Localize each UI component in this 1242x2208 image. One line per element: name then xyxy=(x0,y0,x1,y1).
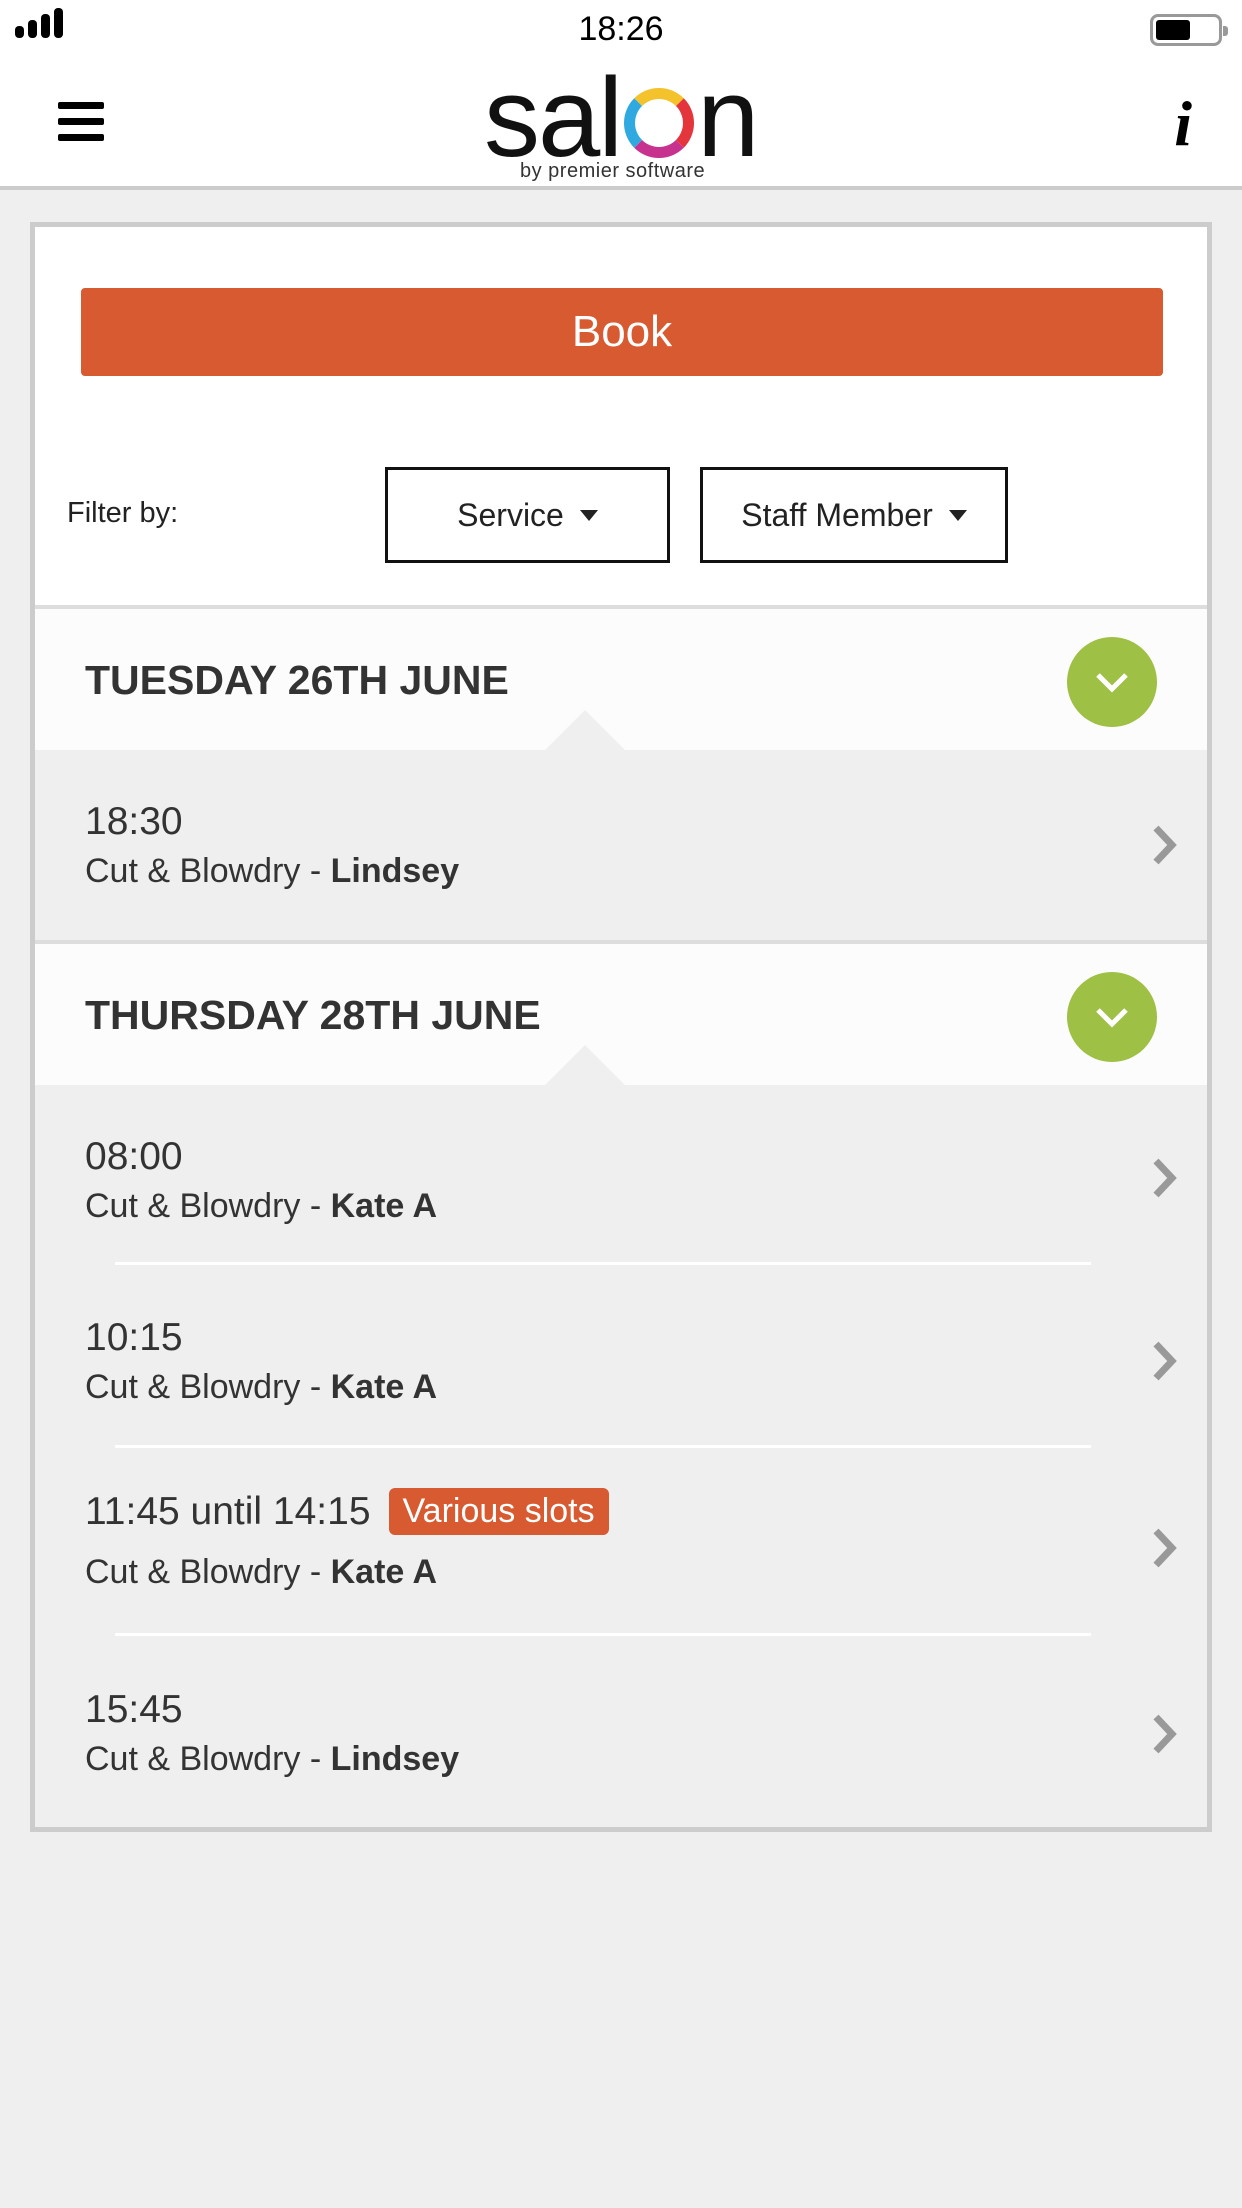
slot-staff: Lindsey xyxy=(330,852,460,890)
slot-desc: Cut & Blowdry - Lindsey xyxy=(85,852,459,891)
app-header: sal n by premier software i xyxy=(0,60,1242,190)
slot-row[interactable]: 08:00 Cut & Blowdry - Kate A xyxy=(35,1085,1207,1265)
slot-staff: Kate A xyxy=(330,1368,438,1406)
slot-time-text: 18:30 xyxy=(85,800,183,843)
chevron-down-icon xyxy=(1096,673,1128,693)
slot-time-text: 15:45 xyxy=(85,1688,183,1731)
slot-desc: Cut & Blowdry - Kate A xyxy=(85,1553,437,1592)
day-title: TUESDAY 26TH JUNE xyxy=(85,657,509,703)
caret-down-icon xyxy=(579,509,598,521)
slot-time: 08:00 xyxy=(85,1135,183,1179)
slot-time-text: 10:15 xyxy=(85,1316,183,1359)
info-icon[interactable]: i xyxy=(1174,92,1192,156)
day-header-thursday[interactable]: THURSDAY 28TH JUNE xyxy=(35,940,1207,1085)
slot-time-text: 08:00 xyxy=(85,1135,183,1178)
day-header-tuesday[interactable]: TUESDAY 26TH JUNE xyxy=(35,605,1207,750)
status-bar: 18:26 xyxy=(0,0,1242,60)
chevron-right-icon xyxy=(1153,1341,1177,1381)
chevron-down-icon xyxy=(1096,1008,1128,1028)
battery-icon xyxy=(1150,14,1228,46)
slot-time: 18:30 xyxy=(85,800,183,844)
slot-service: Cut & Blowdry - xyxy=(85,1740,331,1778)
slot-desc: Cut & Blowdry - Kate A xyxy=(85,1368,437,1407)
staff-filter-label: Staff Member xyxy=(741,496,933,533)
slot-service: Cut & Blowdry - xyxy=(85,1187,331,1225)
day-title: THURSDAY 28TH JUNE xyxy=(85,992,541,1038)
slot-staff: Lindsey xyxy=(330,1740,460,1778)
service-filter-label: Service xyxy=(457,496,564,533)
pointer-notch xyxy=(545,710,625,750)
logo-wordmark: sal n xyxy=(484,55,759,180)
slot-row[interactable]: 11:45 until 14:15 Various slots Cut & Bl… xyxy=(35,1448,1207,1636)
slot-row[interactable]: 10:15 Cut & Blowdry - Kate A xyxy=(35,1265,1207,1448)
salon-logo: sal n by premier software xyxy=(480,62,762,186)
chevron-right-icon xyxy=(1153,825,1177,865)
slot-staff: Kate A xyxy=(330,1553,438,1591)
hamburger-menu-icon[interactable] xyxy=(58,102,104,142)
caret-down-icon xyxy=(948,509,967,521)
slot-time: 10:15 xyxy=(85,1316,183,1360)
service-filter-dropdown[interactable]: Service xyxy=(385,467,670,563)
slot-service: Cut & Blowdry - xyxy=(85,1368,331,1406)
slot-service: Cut & Blowdry - xyxy=(85,1553,331,1591)
book-button[interactable]: Book xyxy=(81,288,1163,376)
filter-label: Filter by: xyxy=(67,497,179,529)
logo-subtitle: by premier software xyxy=(520,160,706,182)
slot-service: Cut & Blowdry - xyxy=(85,852,331,890)
pointer-notch xyxy=(545,1045,625,1085)
status-time: 18:26 xyxy=(578,10,664,48)
slot-time: 11:45 until 14:15 Various slots xyxy=(85,1488,609,1535)
slot-desc: Cut & Blowdry - Kate A xyxy=(85,1187,437,1226)
booking-card: Book Filter by: Service Staff Member TUE… xyxy=(30,222,1212,1832)
collapse-toggle[interactable] xyxy=(1067,637,1157,727)
collapse-toggle[interactable] xyxy=(1067,972,1157,1062)
chevron-right-icon xyxy=(1153,1714,1177,1754)
slot-time: 15:45 xyxy=(85,1688,183,1732)
slot-staff: Kate A xyxy=(330,1187,438,1225)
chevron-right-icon xyxy=(1153,1158,1177,1198)
chevron-right-icon xyxy=(1153,1528,1177,1568)
various-slots-badge: Various slots xyxy=(388,1488,609,1535)
logo-ring-icon xyxy=(624,88,695,158)
slot-time-text: 11:45 until 14:15 xyxy=(85,1489,371,1533)
slot-row[interactable]: 18:30 Cut & Blowdry - Lindsey xyxy=(35,750,1207,940)
slot-desc: Cut & Blowdry - Lindsey xyxy=(85,1740,459,1779)
slot-row[interactable]: 15:45 Cut & Blowdry - Lindsey xyxy=(35,1636,1207,1827)
staff-filter-dropdown[interactable]: Staff Member xyxy=(700,467,1008,563)
